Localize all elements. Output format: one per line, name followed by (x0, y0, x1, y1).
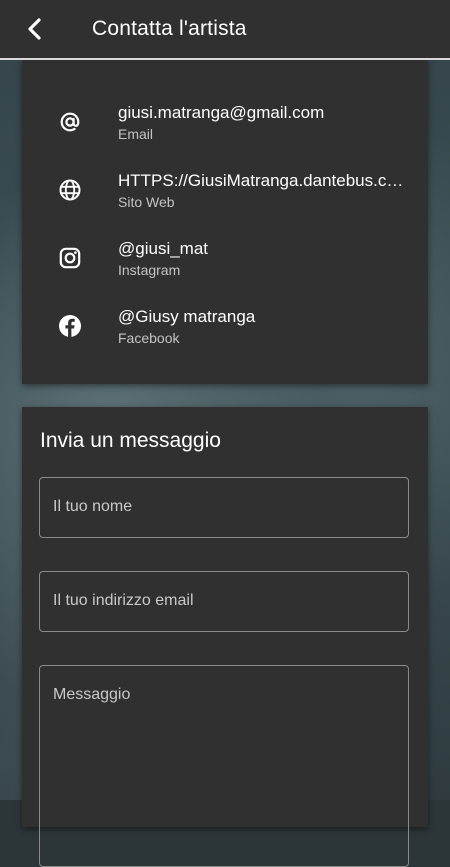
page-title: Contatta l'artista (92, 17, 247, 40)
facebook-icon (56, 312, 84, 340)
form-title: Invia un messaggio (40, 429, 221, 452)
instagram-icon (56, 244, 84, 272)
at-sign-icon (56, 108, 84, 136)
back-button[interactable] (20, 15, 48, 43)
email-value: giusi.matranga@gmail.com (118, 103, 325, 122)
website-label: Sito Web (118, 194, 175, 210)
contacts-card: giusi.matranga@gmail.com Email HTTPS://G… (22, 60, 428, 384)
chevron-left-icon (28, 18, 41, 40)
contact-website[interactable]: HTTPS://GiusiMatranga.dantebus.com Sito … (22, 170, 428, 224)
instagram-label: Instagram (118, 262, 181, 278)
message-placeholder: Messaggio (53, 686, 131, 703)
message-form-card: Invia un messaggio Il tuo nome Il tuo in… (22, 407, 428, 867)
website-value: HTTPS://GiusiMatranga.dantebus.com (118, 171, 408, 190)
email-field[interactable]: Il tuo indirizzo email (39, 571, 409, 632)
name-placeholder: Il tuo nome (53, 498, 133, 515)
contact-facebook[interactable]: @Giusy matranga Facebook (22, 306, 428, 360)
globe-icon (56, 176, 84, 204)
facebook-label: Facebook (118, 330, 180, 346)
email-placeholder: Il tuo indirizzo email (53, 592, 194, 609)
facebook-value: @Giusy matranga (118, 307, 256, 326)
contact-instagram[interactable]: @giusi_mat Instagram (22, 238, 428, 292)
instagram-value: @giusi_mat (118, 239, 209, 258)
email-label: Email (118, 126, 154, 142)
message-field[interactable]: Messaggio (39, 665, 409, 867)
app-bar: Contatta l'artista (0, 0, 450, 60)
name-field[interactable]: Il tuo nome (39, 477, 409, 538)
contact-email[interactable]: giusi.matranga@gmail.com Email (22, 102, 428, 156)
